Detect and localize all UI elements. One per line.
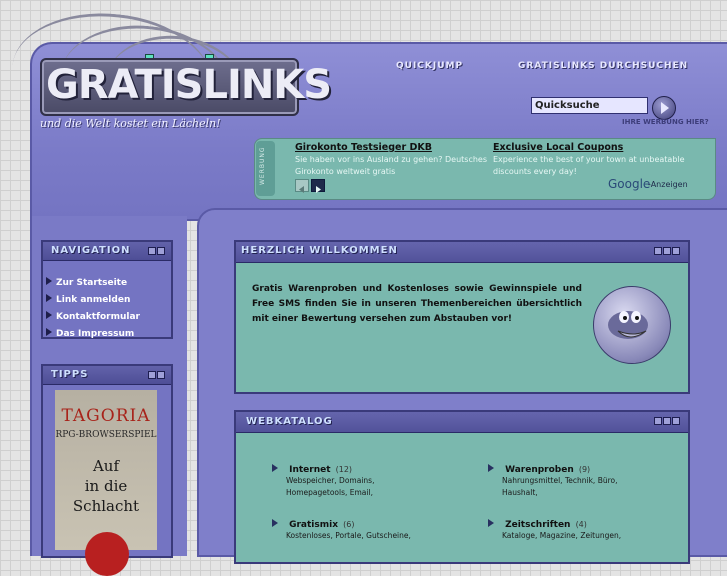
quickjump-link[interactable]: QUICKJUMP xyxy=(396,61,463,71)
quick-search-input[interactable] xyxy=(531,97,648,114)
header-square-icon xyxy=(157,247,165,255)
ad-title-1[interactable]: Girokonto Testsieger DKB xyxy=(295,142,432,153)
site-logo[interactable]: GRATISLINKS xyxy=(46,60,332,110)
welcome-header: HERZLICH WILLKOMMEN xyxy=(236,242,688,263)
category-sub-line[interactable]: Haushalt, xyxy=(502,487,618,499)
ad-hint-link[interactable]: IHRE WERBUNG HIER? xyxy=(622,118,709,126)
ad-prev-button[interactable] xyxy=(295,179,309,193)
site-slogan: und die Welt kostet ein Lächeln! xyxy=(40,117,221,130)
category-zeitschriften[interactable]: Zeitschriften (4) xyxy=(488,512,587,531)
search-site-link[interactable]: GRATISLINKS DURCHSUCHEN xyxy=(518,61,688,71)
banner-line: Auf xyxy=(92,457,120,475)
welcome-title: HERZLICH WILLKOMMEN xyxy=(241,245,398,256)
triangle-icon xyxy=(46,311,52,319)
ad-next-button[interactable] xyxy=(311,179,325,193)
nav-item-label: Das Impressum xyxy=(56,329,135,339)
category-count: (12) xyxy=(335,465,353,474)
triangle-icon xyxy=(488,519,494,527)
catalog-header: WEBKATALOG xyxy=(236,412,688,433)
category-subs: Nahrungsmittel, Technik, Büro, Haushalt, xyxy=(502,475,618,499)
category-gratismix[interactable]: Gratismix (6) xyxy=(272,512,354,531)
ad-side-label: WERBUNG xyxy=(259,146,266,185)
triangle-icon xyxy=(46,294,52,302)
ad-side-strip: WERBUNG xyxy=(256,141,275,196)
ad-text-1: Sie haben vor ins Ausland zu gehen? Deut… xyxy=(295,155,488,176)
navigation-box: NAVIGATION Zur Startseite Link anmelden … xyxy=(41,240,173,339)
triangle-icon xyxy=(272,519,278,527)
category-count: (9) xyxy=(578,465,591,474)
ad-title-2[interactable]: Exclusive Local Coupons xyxy=(493,142,623,153)
category-sub-line[interactable]: Kostenloses, Portale, Gutscheine, xyxy=(286,530,411,542)
category-sub-line[interactable]: Nahrungsmittel, Technik, Büro, xyxy=(502,475,618,487)
category-name: Gratismix xyxy=(289,520,339,530)
category-subs: Kostenloses, Portale, Gutscheine, xyxy=(286,530,411,542)
category-sub-line[interactable]: Homepagetools, Email, xyxy=(286,487,374,499)
header-square-icon xyxy=(654,247,662,255)
banner-emblem xyxy=(85,532,129,576)
header-square-icon xyxy=(663,417,671,425)
search-submit-button[interactable] xyxy=(652,96,676,120)
category-warenproben[interactable]: Warenproben (9) xyxy=(488,457,590,476)
arrow-right-icon xyxy=(661,102,669,114)
category-subs: Kataloge, Magazine, Zeitungen, xyxy=(502,530,621,542)
banner-line: Schlacht xyxy=(72,497,140,515)
chevron-right-icon xyxy=(316,186,321,193)
triangle-icon xyxy=(46,277,52,285)
category-count: (6) xyxy=(343,520,355,529)
header-square-icon xyxy=(148,247,156,255)
banner-line: in die xyxy=(84,477,128,495)
category-name: Zeitschriften xyxy=(505,520,571,530)
navigation-title: NAVIGATION xyxy=(51,245,131,256)
chevron-left-icon xyxy=(299,186,304,193)
header-square-icon xyxy=(672,247,680,255)
header-square-icon xyxy=(148,371,156,379)
mascot-duck-icon xyxy=(593,286,671,364)
catalog-box: WEBKATALOG Internet (12) Webspeicher, Do… xyxy=(234,410,690,564)
category-count: (4) xyxy=(575,520,587,529)
ad-text-2: Experience the best of your town at unbe… xyxy=(493,155,685,176)
triangle-icon xyxy=(272,464,278,472)
triangle-icon xyxy=(46,328,52,336)
header-square-icon xyxy=(663,247,671,255)
tagoria-banner[interactable]: TAGORIA RPG-BROWSERSPIEL Auf in die Schl… xyxy=(55,390,157,576)
banner-subtitle: RPG-BROWSERSPIEL xyxy=(55,430,157,440)
catalog-title: WEBKATALOG xyxy=(246,416,333,427)
ads-label[interactable]: -Anzeigen xyxy=(648,180,688,189)
header-square-icon xyxy=(672,417,680,425)
header-square-icon xyxy=(654,417,662,425)
banner-slogan: Auf in die Schlacht xyxy=(55,456,157,516)
welcome-text: Gratis Warenproben und Kostenloses sowie… xyxy=(252,284,582,324)
tipps-header: TIPPS xyxy=(43,366,171,385)
category-subs: Webspeicher, Domains, Homepagetools, Ema… xyxy=(286,475,374,499)
category-sub-line[interactable]: Webspeicher, Domains, xyxy=(286,475,374,487)
category-sub-line[interactable]: Kataloge, Magazine, Zeitungen, xyxy=(502,530,621,542)
duck-face-icon xyxy=(608,311,648,339)
welcome-box: HERZLICH WILLKOMMEN Gratis Warenproben u… xyxy=(234,240,690,394)
navigation-header: NAVIGATION xyxy=(43,242,171,261)
nav-item-imprint[interactable]: Das Impressum xyxy=(46,321,134,340)
category-internet[interactable]: Internet (12) xyxy=(272,457,352,476)
banner-brand: TAGORIA xyxy=(61,406,151,426)
category-name: Warenproben xyxy=(505,465,574,475)
triangle-icon xyxy=(488,464,494,472)
tipps-title: TIPPS xyxy=(51,369,89,380)
header-square-icon xyxy=(157,371,165,379)
category-name: Internet xyxy=(289,465,331,475)
google-logo: Google xyxy=(608,177,651,191)
